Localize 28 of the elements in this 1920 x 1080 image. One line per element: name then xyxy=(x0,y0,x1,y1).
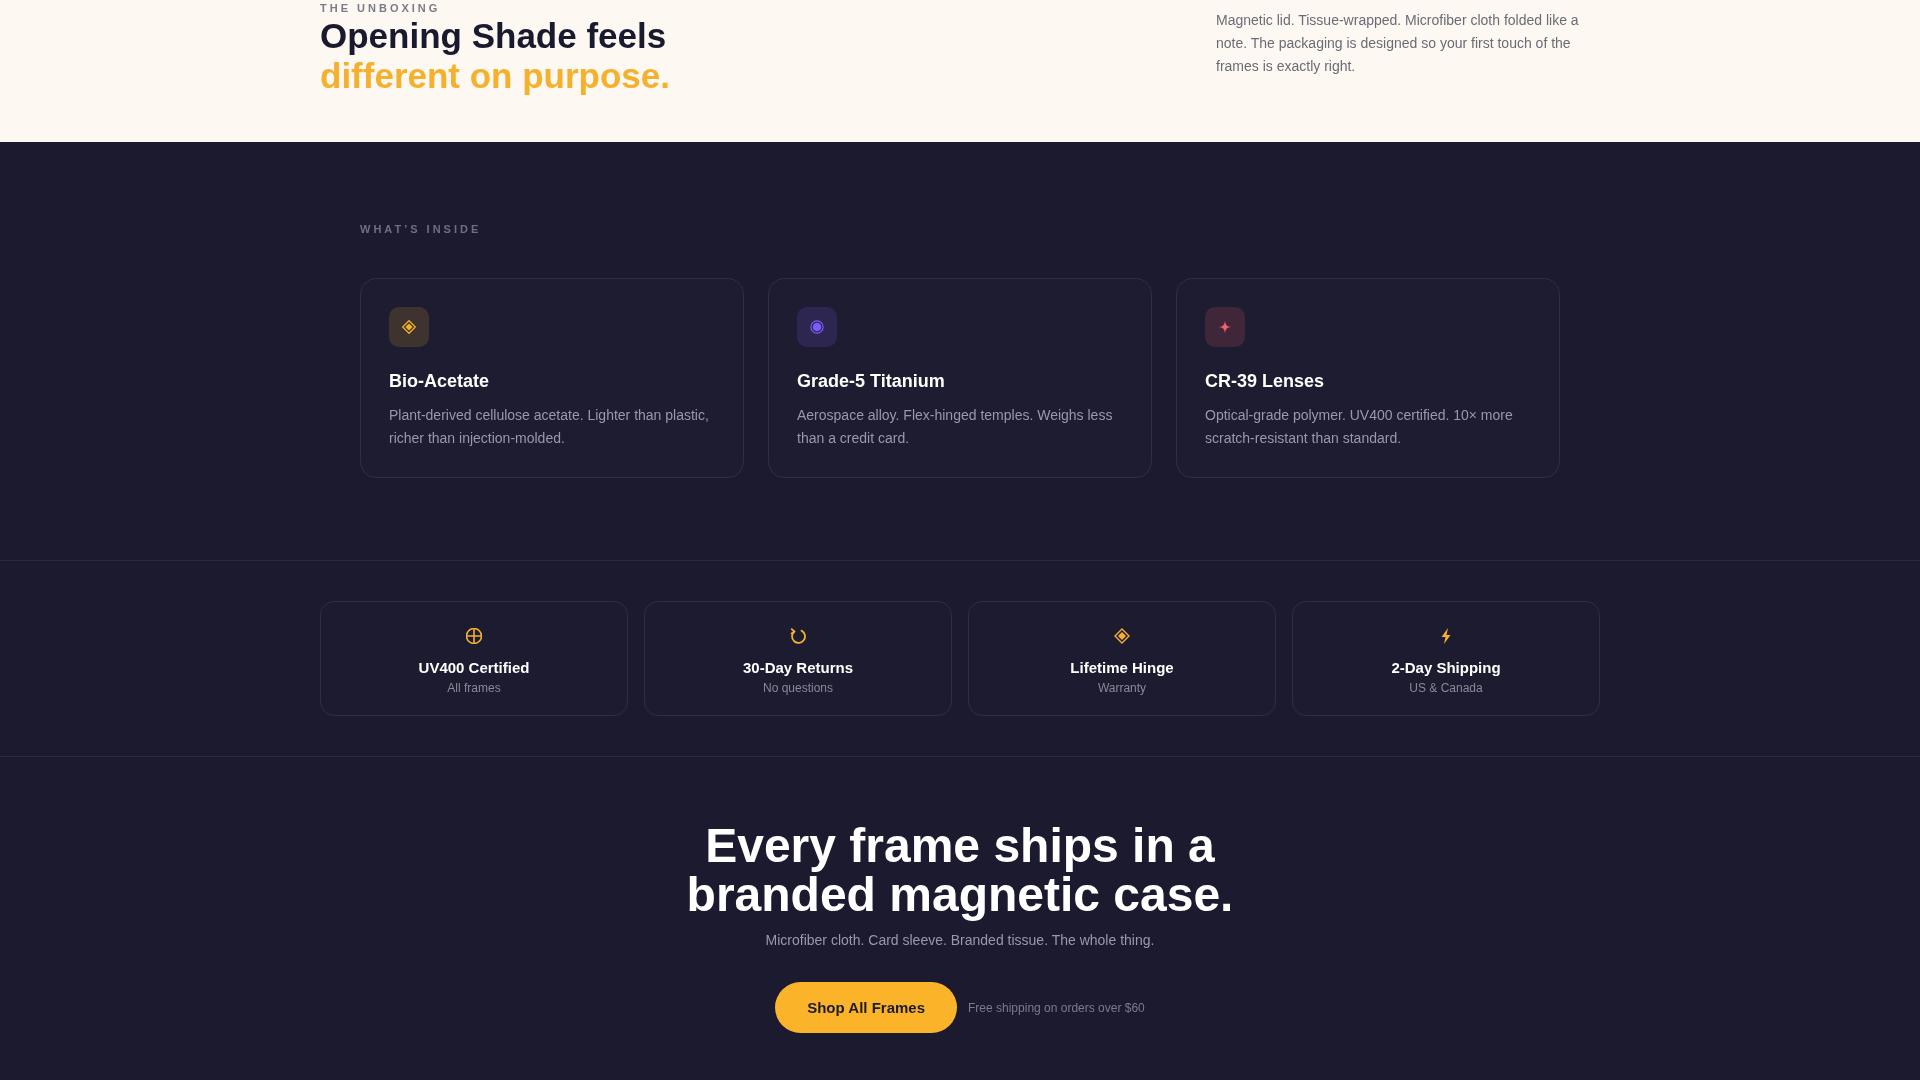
perk-title: 30-Day Returns xyxy=(742,658,853,678)
perk-subtitle: All frames xyxy=(447,680,501,696)
hero-description: Magnetic lid. Tissue-wrapped. Microfiber cloth folded like a note. The packaging is designed so your first touch of the frames is exactly right. xyxy=(1216,11,1580,76)
card-description: Plant-derived cellulose acetate. Lighter than plastic, richer than injection-molded. xyxy=(389,406,710,448)
card-title: Grade-5 Titanium xyxy=(797,370,945,393)
perk-title: Lifetime Hinge xyxy=(1070,658,1174,678)
perk-subtitle: Warranty xyxy=(1097,680,1147,696)
card-title: Bio-Acetate xyxy=(389,370,490,393)
card-title: CR-39 Lenses xyxy=(1205,370,1325,393)
target-icon xyxy=(797,307,837,347)
perk-title: 2-Day Shipping xyxy=(1391,658,1501,678)
card-description: Aerospace alloy. Flex-hinged temples. Weighs less than a credit card. xyxy=(797,406,1114,448)
diamond-icon xyxy=(1114,628,1130,644)
rotate-arrow-icon xyxy=(790,628,806,644)
hero-heading: Opening Shade feels xyxy=(320,16,668,56)
sparkle-icon xyxy=(1205,307,1245,347)
shipping-note: Free shipping on orders over $60 xyxy=(968,1000,1145,1015)
perk-subtitle: No questions xyxy=(762,680,833,696)
perk-subtitle: US & Canada xyxy=(1409,680,1483,696)
section-eyebrow: THE UNBOXING xyxy=(320,2,442,15)
shop-button[interactable]: Shop All Frames xyxy=(775,982,957,1033)
card-description: Optical-grade polymer. UV400 certified. 10× more scratch-resistant than standard. xyxy=(1205,406,1514,448)
section-eyebrow: WHAT’S INSIDE xyxy=(360,223,483,236)
plus-circle-icon xyxy=(466,628,482,644)
cta-heading: Every frame ships in a branded magnetic case. xyxy=(685,821,1235,919)
hero-heading-accent: different on purpose. xyxy=(320,56,670,96)
perk-title: UV400 Certified xyxy=(418,658,530,678)
cta-subtitle: Microfiber cloth. Card sleeve. Branded tissue. The whole thing. xyxy=(765,931,1155,950)
